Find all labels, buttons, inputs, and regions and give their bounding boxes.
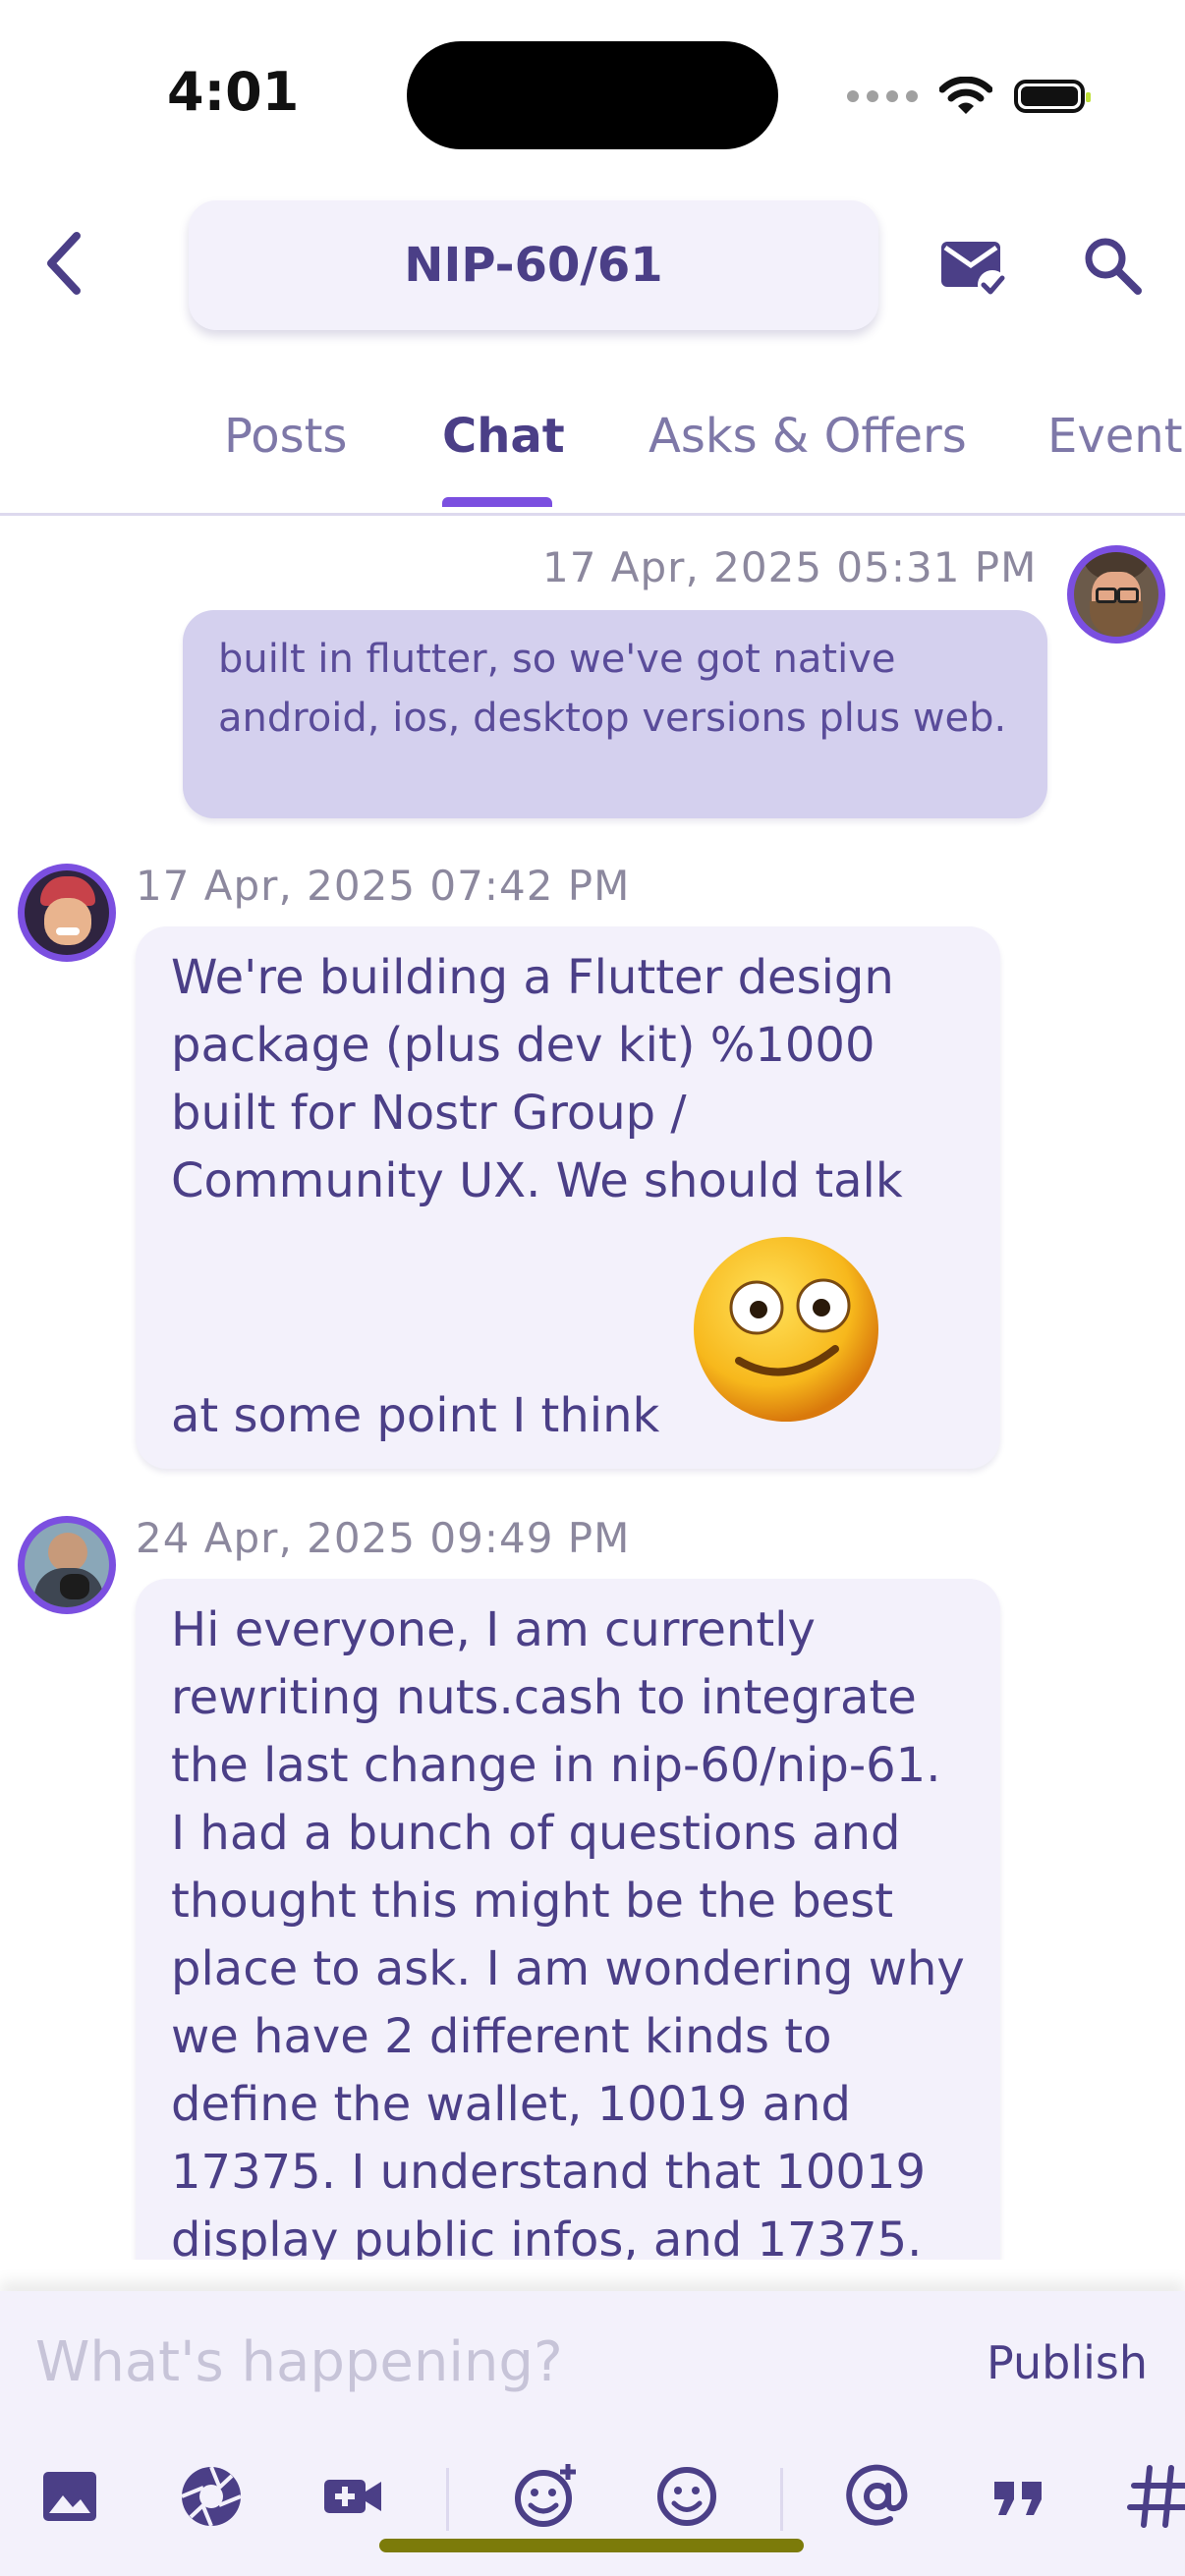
tab-chat[interactable]: Chat	[442, 409, 565, 464]
message-text: built in flutter, so we've got native an…	[218, 637, 1007, 741]
publish-button[interactable]: Publish	[987, 2336, 1148, 2389]
active-tab-indicator	[442, 497, 552, 507]
dynamic-island	[407, 41, 778, 149]
home-indicator	[379, 2539, 804, 2552]
battery-icon	[1014, 80, 1091, 113]
emoji-icon[interactable]	[652, 2462, 721, 2531]
wifi-icon	[939, 77, 992, 114]
quote-icon[interactable]	[985, 2462, 1053, 2531]
avatar[interactable]	[18, 1516, 116, 1614]
camera-shutter-icon[interactable]	[177, 2462, 246, 2531]
messages-button[interactable]	[937, 232, 1008, 303]
message-timestamp: 17 Apr, 2025 07:42 PM	[136, 862, 631, 910]
signal-icon	[847, 90, 918, 102]
video-icon[interactable]	[318, 2462, 387, 2531]
tab-events[interactable]: Events	[1047, 409, 1185, 464]
compose-input[interactable]: What's happening?	[35, 2330, 563, 2394]
search-button[interactable]	[1081, 234, 1144, 297]
message-text: We're building a Flutter design package …	[171, 950, 903, 1208]
group-title: NIP-60/61	[404, 238, 663, 293]
emoji-add-icon[interactable]	[511, 2462, 580, 2531]
avatar[interactable]	[18, 864, 116, 962]
message-timestamp: 17 Apr, 2025 05:31 PM	[542, 543, 1038, 591]
message-text: at some point I think	[171, 1388, 660, 1443]
tab-bar: Posts Chat Asks & Offers Events	[0, 389, 1185, 516]
message-bubble[interactable]: Hi everyone, I am currently rewriting nu…	[136, 1579, 1000, 2260]
message-text: Hi everyone, I am currently rewriting nu…	[171, 1602, 965, 2260]
back-button[interactable]	[35, 226, 94, 301]
dazed-face-emoji-icon	[694, 1237, 878, 1422]
mention-icon[interactable]	[843, 2462, 912, 2531]
chat-message-list[interactable]: 17 Apr, 2025 05:31 PM built in flutter, …	[0, 516, 1185, 2260]
message-bubble[interactable]: built in flutter, so we've got native an…	[183, 610, 1047, 818]
group-title-button[interactable]: NIP-60/61	[189, 200, 878, 330]
message-bubble[interactable]: We're building a Flutter design package …	[136, 926, 1000, 1469]
message-timestamp: 24 Apr, 2025 09:49 PM	[136, 1514, 631, 1562]
composer: What's happening? Publish	[0, 2291, 1185, 2576]
tab-posts[interactable]: Posts	[224, 409, 347, 464]
avatar[interactable]	[1067, 545, 1165, 644]
toolbar-divider	[446, 2468, 449, 2531]
hashtag-icon[interactable]	[1126, 2462, 1185, 2531]
mail-check-icon	[941, 242, 1007, 300]
status-time: 4:01	[167, 61, 300, 123]
toolbar-divider	[780, 2468, 783, 2531]
chevron-left-icon	[47, 232, 81, 295]
tab-asks-offers[interactable]: Asks & Offers	[649, 409, 967, 464]
search-icon	[1085, 238, 1142, 295]
image-icon[interactable]	[35, 2462, 104, 2531]
